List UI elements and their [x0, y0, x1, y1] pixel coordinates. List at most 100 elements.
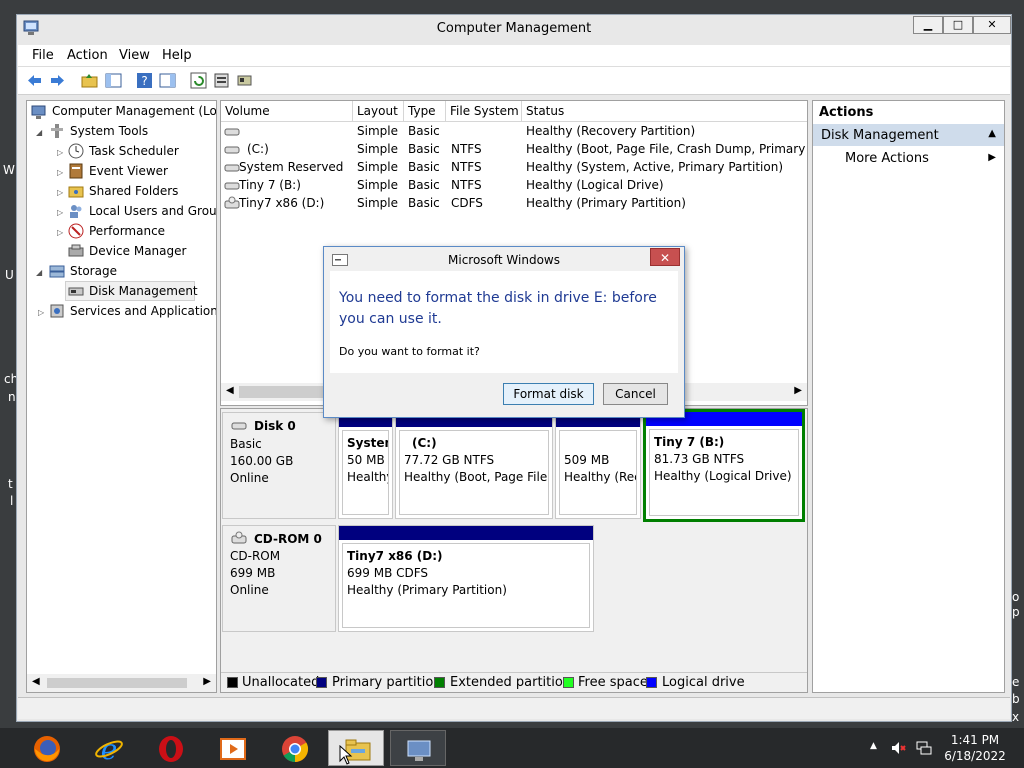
- column-header-type[interactable]: Type: [404, 101, 446, 121]
- tree-item-services[interactable]: Services and Applications: [70, 304, 216, 318]
- column-header-status[interactable]: Status: [522, 101, 807, 121]
- partition-info: (C:) 77.72 GB NTFS Healthy (Boot, Page F…: [399, 430, 549, 515]
- scroll-right-icon[interactable]: ▶: [203, 676, 211, 687]
- format-disk-button[interactable]: Format disk: [503, 383, 594, 405]
- dialog-body: You need to format the disk in drive E: …: [330, 271, 678, 373]
- collapse-arrow-icon[interactable]: ▷: [57, 148, 63, 157]
- partition-info: Tiny7 x86 (D:) 699 MB CDFS Healthy (Prim…: [342, 543, 590, 628]
- tree-item-event-viewer[interactable]: Event Viewer: [89, 164, 168, 178]
- volume-muted-icon[interactable]: [890, 740, 906, 756]
- back-icon[interactable]: [26, 72, 43, 89]
- collapse-arrow-icon[interactable]: ▷: [57, 188, 63, 197]
- scroll-right-icon[interactable]: ▶: [794, 385, 802, 396]
- table-row[interactable]: Simple Basic Healthy (Recovery Partition…: [221, 123, 807, 141]
- cell-volume: Tiny7 x86 (D:): [239, 196, 325, 210]
- help-icon[interactable]: ?: [136, 72, 153, 89]
- cdrom-0-state: Online: [230, 583, 269, 597]
- taskbar-internet-explorer[interactable]: e: [80, 730, 136, 766]
- scroll-thumb[interactable]: [47, 678, 187, 688]
- partition-name: Tiny 7 (B:): [654, 435, 725, 449]
- show-hide-action-pane-icon[interactable]: [159, 72, 176, 89]
- disk-icon[interactable]: [236, 72, 253, 89]
- scroll-thumb[interactable]: [239, 386, 329, 398]
- collapse-arrow-icon[interactable]: ▷: [57, 208, 63, 217]
- column-header-layout[interactable]: Layout: [353, 101, 404, 121]
- partition-size: 699 MB CDFS: [347, 566, 429, 580]
- dialog-title: Microsoft Windows: [448, 253, 560, 267]
- cell-type: Basic: [408, 196, 440, 210]
- tree-item-task-scheduler[interactable]: Task Scheduler: [89, 144, 179, 158]
- tree-item-performance[interactable]: Performance: [89, 224, 165, 238]
- tree-item-shared-folders[interactable]: Shared Folders: [89, 184, 178, 198]
- taskbar-opera[interactable]: [142, 730, 198, 766]
- tree-item-selection[interactable]: Disk Management: [65, 281, 198, 301]
- shared-folder-icon: [68, 186, 84, 198]
- console-tree-pane: Computer Management (Local ◢ System Tool…: [26, 100, 217, 693]
- tree-item-system-tools[interactable]: System Tools: [70, 124, 148, 138]
- menu-file[interactable]: File: [32, 48, 54, 63]
- up-folder-icon[interactable]: [81, 72, 98, 89]
- collapse-arrow-icon[interactable]: ▷: [38, 308, 44, 317]
- partition-cd[interactable]: Tiny7 x86 (D:) 699 MB CDFS Healthy (Prim…: [338, 525, 594, 632]
- table-row[interactable]: System Reserved Simple Basic NTFS Health…: [221, 159, 807, 177]
- expand-arrow-icon[interactable]: ◢: [36, 128, 42, 137]
- partition-tiny7-b[interactable]: Tiny 7 (B:) 81.73 GB NTFS Healthy (Logic…: [643, 409, 805, 522]
- taskbar-file-explorer[interactable]: [328, 730, 384, 766]
- table-row[interactable]: Tiny7 x86 (D:) Simple Basic CDFS Healthy…: [221, 195, 807, 213]
- volume-icon: [224, 164, 240, 172]
- close-button[interactable]: ✕: [973, 16, 1011, 34]
- tree-item-device-manager[interactable]: Device Manager: [89, 244, 186, 258]
- partition-c[interactable]: (C:) 77.72 GB NTFS Healthy (Boot, Page F…: [395, 412, 553, 519]
- taskbar-firefox[interactable]: [18, 730, 74, 766]
- submenu-arrow-icon: ▶: [988, 152, 996, 163]
- more-actions-item[interactable]: More Actions ▶: [813, 149, 1004, 169]
- partition-status: Healthy (Boot, Page File,: [404, 470, 549, 484]
- taskbar-media-player[interactable]: [204, 730, 260, 766]
- taskbar-computer-management[interactable]: [390, 730, 446, 766]
- properties-icon[interactable]: [213, 72, 230, 89]
- tray-overflow-icon[interactable]: ▲: [870, 741, 877, 751]
- minimize-button[interactable]: ▁: [913, 16, 943, 34]
- computer-management-icon: [407, 740, 431, 761]
- menu-action[interactable]: Action: [67, 48, 108, 63]
- partition-info: 509 MB Healthy (Rec: [559, 430, 637, 515]
- actions-title: Actions: [819, 105, 874, 120]
- column-header-volume[interactable]: Volume: [221, 101, 353, 121]
- forward-icon[interactable]: [49, 72, 66, 89]
- partition-recovery[interactable]: 509 MB Healthy (Rec: [555, 412, 641, 519]
- cdrom-0-label[interactable]: CD-ROM 0 CD-ROM 699 MB Online: [222, 525, 336, 632]
- title-bar[interactable]: Computer Management ▁ □ ✕: [17, 15, 1011, 45]
- maximize-button[interactable]: □: [943, 16, 973, 34]
- network-icon[interactable]: [915, 739, 933, 757]
- disk-0-label[interactable]: Disk 0 Basic 160.00 GB Online: [222, 412, 336, 519]
- expand-arrow-icon[interactable]: ◢: [36, 268, 42, 277]
- taskbar-chrome[interactable]: [266, 730, 322, 766]
- collapse-up-icon[interactable]: ▲: [988, 128, 996, 139]
- table-row[interactable]: (C:) Simple Basic NTFS Healthy (Boot, Pa…: [221, 141, 807, 159]
- collapse-arrow-icon[interactable]: ▷: [57, 168, 63, 177]
- partition-system[interactable]: System 50 MB Healthy: [338, 412, 393, 519]
- cell-layout: Simple: [357, 124, 398, 138]
- cdrom-0-name: CD-ROM 0: [254, 532, 322, 546]
- menu-help[interactable]: Help: [162, 48, 192, 63]
- clock-time[interactable]: 1:41 PM: [950, 733, 1000, 747]
- menu-view[interactable]: View: [119, 48, 150, 63]
- scroll-left-icon[interactable]: ◀: [32, 676, 40, 687]
- cell-fs: NTFS: [451, 178, 482, 192]
- refresh-icon[interactable]: [190, 72, 207, 89]
- cancel-button[interactable]: Cancel: [603, 383, 668, 405]
- partition-bar-primary: [339, 526, 593, 540]
- actions-section-disk-management[interactable]: Disk Management ▲: [813, 124, 1004, 146]
- scroll-left-icon[interactable]: ◀: [226, 385, 234, 396]
- column-header-file-system[interactable]: File System: [446, 101, 522, 121]
- tree-horizontal-scrollbar[interactable]: ◀ ▶: [27, 674, 216, 692]
- table-row[interactable]: Tiny 7 (B:) Simple Basic NTFS Healthy (L…: [221, 177, 807, 195]
- tree-item-root[interactable]: Computer Management (Local: [52, 104, 216, 118]
- tree-item-storage[interactable]: Storage: [70, 264, 117, 278]
- dialog-close-button[interactable]: ✕: [650, 248, 680, 266]
- tree-item-local-users[interactable]: Local Users and Group: [89, 204, 216, 218]
- dialog-title-bar[interactable]: Microsoft Windows ✕: [324, 247, 684, 271]
- collapse-arrow-icon[interactable]: ▷: [57, 228, 63, 237]
- clock-date[interactable]: 6/18/2022: [942, 749, 1008, 763]
- show-hide-tree-icon[interactable]: [105, 72, 122, 89]
